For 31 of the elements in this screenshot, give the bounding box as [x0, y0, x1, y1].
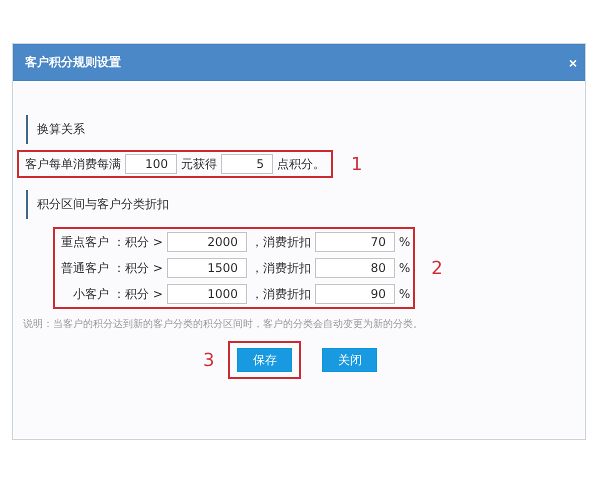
annotation-number: 3	[203, 350, 214, 370]
label: ：积分 >	[113, 286, 163, 302]
note-text: 说明：当客户的积分达到新的客户分类的积分区间时，客户的分类会自动变更为新的分类。	[23, 318, 424, 331]
discount-field[interactable]: 80	[314, 258, 395, 278]
section-heading: 积分区间与客户分类折扣	[26, 190, 169, 219]
tier-name: 重点客户	[60, 234, 109, 250]
points-field[interactable]: 2000	[166, 232, 247, 252]
unit: %	[398, 261, 410, 275]
amount-field[interactable]: 100	[125, 154, 177, 174]
discount-field[interactable]: 70	[314, 232, 395, 252]
tier-name: 小客户	[72, 286, 109, 302]
discount-field[interactable]: 90	[314, 284, 395, 304]
unit: %	[398, 235, 410, 249]
label: ：积分 >	[113, 260, 163, 276]
points-field[interactable]: 1000	[166, 284, 247, 304]
label: ，消费折扣	[250, 286, 311, 302]
points-field[interactable]: 5	[221, 154, 273, 174]
label: 元获得	[181, 156, 217, 172]
label: ，消费折扣	[250, 234, 311, 250]
annotation-number: 2	[431, 258, 443, 278]
annotation-number: 1	[351, 154, 362, 174]
label: ，消费折扣	[250, 260, 311, 276]
close-button[interactable]: ×	[568, 54, 577, 70]
section-heading: 换算关系	[26, 115, 85, 144]
tier-name: 普通客户	[60, 260, 109, 276]
label: ：积分 >	[113, 234, 163, 250]
points-field[interactable]: 1500	[166, 258, 247, 278]
label: 点积分。	[277, 156, 325, 172]
dialog-title: 客户积分规则设置	[25, 54, 121, 71]
unit: %	[398, 287, 410, 301]
label: 客户每单消费每满	[25, 156, 121, 172]
